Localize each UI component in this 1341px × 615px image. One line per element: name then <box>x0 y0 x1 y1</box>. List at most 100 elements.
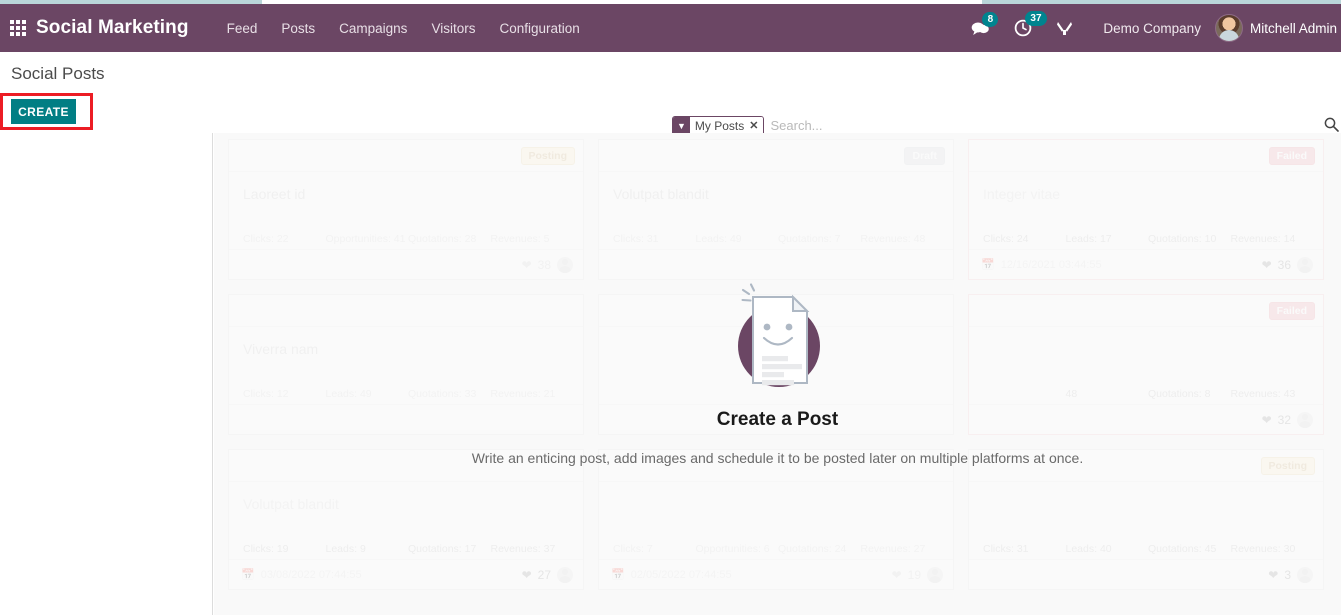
kanban-card[interactable]: Posting Laoreet id Clicks: 22 Opportunit… <box>228 139 584 280</box>
stat-revenues: Revenues: 30 <box>1230 543 1296 555</box>
apps-grid-icon[interactable] <box>10 19 28 37</box>
card-title: Laoreet id <box>243 186 306 202</box>
company-switcher[interactable]: Demo Company <box>1103 21 1201 36</box>
stat-clicks <box>983 388 1066 400</box>
nav-item-configuration[interactable]: Configuration <box>487 17 591 40</box>
activities-button[interactable]: 37 <box>1014 11 1047 37</box>
card-date: 12/16/2021 03:44:55 <box>1000 258 1102 271</box>
left-sidebar <box>0 133 213 615</box>
card-footer: 📅 12/16/2021 03:44:55 ❤ 36 <box>969 249 1323 279</box>
card-body: Volutpat blandit Clicks: 19 Leads: 9 Quo… <box>229 482 583 559</box>
card-footer <box>599 249 953 279</box>
stat-clicks: Clicks: 19 <box>243 543 289 555</box>
stat-quotations: Quotations: 28 <box>408 233 477 245</box>
search-input[interactable] <box>764 118 1324 133</box>
card-title: Volutpat blandit <box>243 496 339 512</box>
card-header: Failed <box>969 140 1323 172</box>
status-badge: Draft <box>904 146 945 165</box>
card-stats: Clicks: 24 Leads: 17 Quotations: 10 Reve… <box>969 233 1323 249</box>
kanban-card[interactable] <box>598 294 954 435</box>
search-facet-label: My Posts <box>689 116 750 135</box>
stat-quotations: Quotations: 45 <box>1148 543 1217 555</box>
status-badge: Failed <box>1268 301 1315 320</box>
stat-revenues: Revenues: 14 <box>1230 233 1296 245</box>
kanban-card-list: Posting Laoreet id Clicks: 22 Opportunit… <box>214 133 1341 604</box>
stat-opportunities: Opportunities: 41 <box>325 233 406 245</box>
user-menu[interactable]: Mitchell Admin <box>1214 14 1337 42</box>
page-title: Social Posts <box>11 64 105 83</box>
stat-leads: Leads: 40 <box>1065 543 1112 555</box>
avatar <box>1297 411 1313 428</box>
kanban-card[interactable]: Volutpat blandit Clicks: 19 Leads: 9 Quo… <box>228 449 584 590</box>
calendar-icon: 📅 <box>611 569 625 581</box>
app-brand-title[interactable]: Social Marketing <box>36 17 189 39</box>
debug-tools-button[interactable] <box>1056 20 1073 37</box>
stat-clicks: Clicks: 22 <box>243 233 289 245</box>
filter-icon: ▼ <box>673 116 690 135</box>
stat-clicks: Clicks: 31 <box>983 543 1029 555</box>
close-icon[interactable]: ✕ <box>749 116 764 135</box>
card-header: Posting <box>229 140 583 172</box>
calendar-icon: 📅 <box>241 569 255 581</box>
card-footer: ❤ 3 <box>969 559 1323 589</box>
kanban-card[interactable]: Clicks: 7 Opportunities: 6 Quotations: 2… <box>598 449 954 590</box>
stat-clicks: Clicks: 24 <box>983 233 1029 245</box>
stat-clicks: Clicks: 12 <box>243 388 289 400</box>
card-stats <box>599 400 953 404</box>
card-header: Posting <box>969 450 1323 482</box>
card-header: Draft <box>599 140 953 172</box>
stat-clicks: Clicks: 31 <box>613 233 659 245</box>
card-likes: 27 <box>537 567 551 582</box>
nav-item-campaigns[interactable]: Campaigns <box>327 17 419 40</box>
kanban-view[interactable]: Posting Laoreet id Clicks: 22 Opportunit… <box>214 133 1341 615</box>
kanban-card[interactable]: Posting Clicks: 31 Leads: 40 Quotations:… <box>968 449 1324 590</box>
stat-clicks: Clicks: 7 <box>613 543 653 555</box>
stat-opportunities: Opportunities: 6 <box>695 543 770 555</box>
kanban-card[interactable]: Failed Integer vitae Clicks: 24 Leads: 1… <box>968 139 1324 280</box>
create-button[interactable]: CREATE <box>11 99 76 124</box>
tools-icon <box>1057 21 1073 35</box>
stat-leads: Leads: 9 <box>325 543 366 555</box>
nav-item-visitors[interactable]: Visitors <box>419 17 487 40</box>
card-likes: 38 <box>537 257 551 272</box>
card-body: Clicks: 7 Opportunities: 6 Quotations: 2… <box>599 482 953 559</box>
search-icon[interactable] <box>1324 117 1339 135</box>
kanban-card[interactable]: Draft Volutpat blandit Clicks: 31 Leads:… <box>598 139 954 280</box>
stat-leads: Leads: 49 <box>325 388 372 400</box>
stat-revenues: Revenues: 21 <box>490 388 556 400</box>
card-footer: ❤ 32 <box>969 404 1323 434</box>
card-body: 48 Quotations: 8 Revenues: 43 <box>969 327 1323 404</box>
stat-quotations: Quotations: 17 <box>408 543 477 555</box>
user-name-label: Mitchell Admin <box>1249 20 1337 36</box>
card-stats: Clicks: 31 Leads: 49 Quotations: 7 Reven… <box>599 233 953 249</box>
stat-quotations: Quotations: 24 <box>778 543 847 555</box>
card-stats: Clicks: 31 Leads: 40 Quotations: 45 Reve… <box>969 543 1323 559</box>
nav-item-posts[interactable]: Posts <box>269 17 327 40</box>
card-header <box>599 295 953 327</box>
control-panel: Social Posts ▼ My Posts ✕ ▼ Filters ☰ Gr… <box>0 52 1341 181</box>
status-badge: Failed <box>1268 146 1315 165</box>
kanban-card[interactable]: Failed 48 Quotations: 8 Revenues: 43 ❤ 3… <box>968 294 1324 435</box>
card-stats: Clicks: 12 Leads: 49 Quotations: 33 Reve… <box>229 388 583 404</box>
kanban-card[interactable]: Viverra nam Clicks: 12 Leads: 49 Quotati… <box>228 294 584 435</box>
card-stats: Clicks: 22 Opportunities: 41 Quotations:… <box>229 233 583 249</box>
messages-button[interactable]: 8 <box>971 11 999 37</box>
nav-item-feed[interactable]: Feed <box>215 17 270 40</box>
card-footer: ❤ 38 <box>229 249 583 279</box>
card-footer <box>599 404 953 434</box>
card-footer: 📅 02/05/2022 07:44:55 ❤ 19 <box>599 559 953 589</box>
avatar <box>557 256 573 273</box>
card-title: Volutpat blandit <box>613 186 709 202</box>
stat-revenues: Revenues: 43 <box>1230 388 1296 400</box>
messages-count-badge: 8 <box>982 11 999 27</box>
stat-leads: Leads: 17 <box>1065 233 1112 245</box>
card-date: 03/08/2022 07:44:55 <box>260 568 362 581</box>
card-footer: 📅 03/08/2022 07:44:55 ❤ 27 <box>229 559 583 589</box>
status-badge: Posting <box>520 146 575 165</box>
stat-quotations: Quotations: 33 <box>408 388 477 400</box>
card-likes: 3 <box>1284 567 1291 582</box>
top-navbar: Social Marketing Feed Posts Campaigns Vi… <box>0 4 1341 52</box>
stat-quotations: Quotations: 8 <box>1148 388 1211 400</box>
card-header <box>229 295 583 327</box>
stat-revenues: Revenues: 37 <box>490 543 556 555</box>
